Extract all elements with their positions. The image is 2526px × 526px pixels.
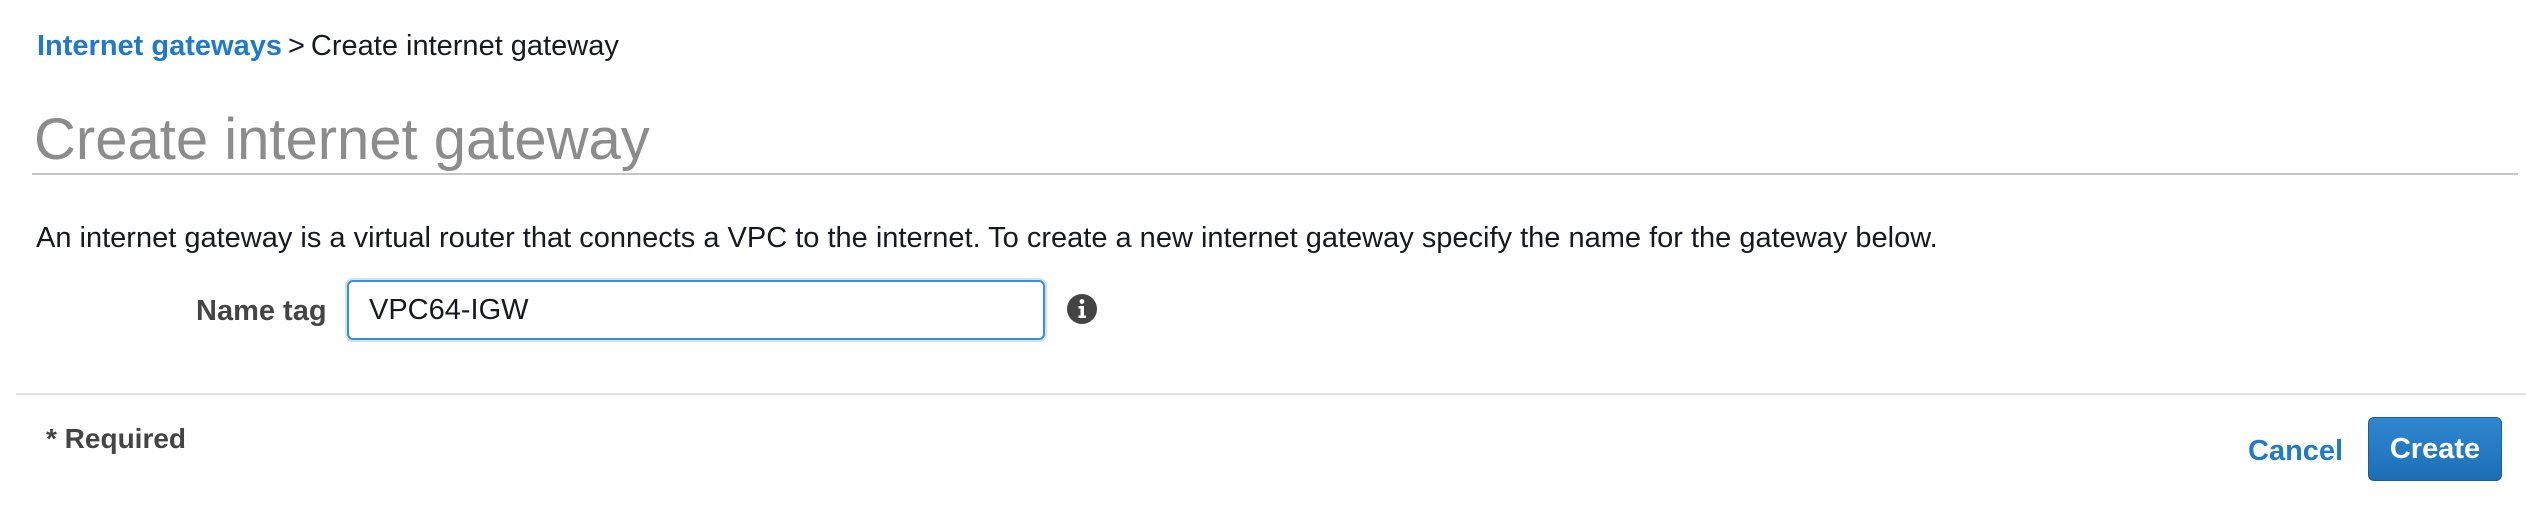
footer-divider	[16, 393, 2526, 395]
info-icon-graphic	[1067, 294, 1097, 324]
cancel-button[interactable]: Cancel	[2236, 426, 2355, 476]
create-button[interactable]: Create	[2368, 417, 2502, 481]
required-note: * Required	[46, 423, 187, 454]
info-icon[interactable]	[1066, 293, 1098, 325]
title-divider	[32, 173, 2518, 175]
breadcrumb-link-internet-gateways[interactable]: Internet gateways	[37, 30, 282, 62]
name-tag-label: Name tag	[196, 295, 327, 327]
breadcrumb-current: Create internet gateway	[310, 30, 619, 62]
breadcrumb-separator: >	[287, 30, 305, 62]
name-tag-input[interactable]	[347, 280, 1045, 340]
page-title: Create internet gateway	[34, 107, 650, 172]
page-description: An internet gateway is a virtual router …	[36, 222, 1938, 254]
breadcrumb: Internet gateways > Create internet gatewa…	[37, 28, 619, 64]
